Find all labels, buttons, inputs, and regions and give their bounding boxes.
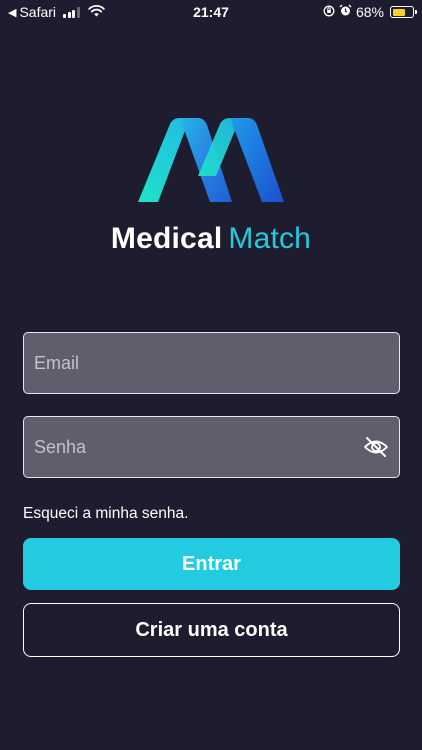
password-input[interactable] — [34, 436, 363, 458]
email-input[interactable] — [34, 352, 389, 374]
brand-name-bold: Medical — [110, 222, 223, 255]
brand-wordmark: Medical Match — [0, 222, 422, 256]
login-button[interactable]: Entrar — [23, 538, 400, 590]
password-field-container — [23, 416, 400, 478]
brand-name-light: Match — [228, 222, 312, 255]
alarm-icon — [339, 4, 352, 20]
login-screen: ◀ Safari 21:47 68% Medical Match Email E… — [0, 0, 422, 750]
battery-icon — [390, 6, 417, 18]
medical-match-logo — [136, 118, 286, 208]
battery-percent: 68% — [355, 4, 384, 20]
orientation-lock-icon — [323, 4, 335, 20]
email-field-container — [23, 332, 400, 394]
create-account-button[interactable]: Criar uma conta — [23, 603, 400, 657]
eye-slash-icon[interactable] — [363, 433, 389, 461]
forgot-password-link[interactable]: Esqueci a minha senha. — [23, 505, 188, 523]
status-bar: ◀ Safari 21:47 68% — [0, 0, 422, 24]
